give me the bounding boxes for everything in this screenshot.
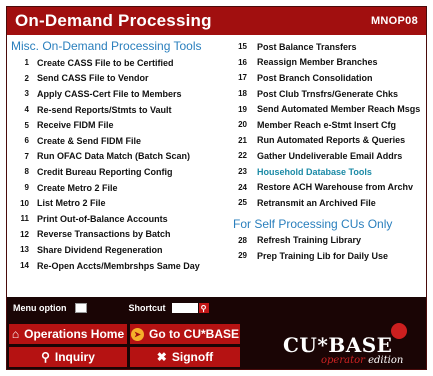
shortcut-group: Shortcut ⚲ bbox=[129, 303, 209, 313]
menu-item-25[interactable]: 25 Retransmit an Archived File bbox=[233, 195, 425, 211]
menu-item-8[interactable]: 8 Credit Bureau Reporting Config bbox=[11, 164, 227, 180]
left-menu-column: Misc. On-Demand Processing Tools 1 Create… bbox=[11, 39, 227, 273]
go-to-cubase-button[interactable]: ➤ Go to CU*BASE bbox=[130, 324, 240, 344]
menu-item-11[interactable]: 11 Print Out-of-Balance Accounts bbox=[11, 211, 227, 227]
page-title: On-Demand Processing bbox=[15, 11, 212, 30]
x-icon: ✖ bbox=[156, 350, 167, 364]
menu-item-17[interactable]: 17 Post Branch Consolidation bbox=[233, 70, 425, 86]
shortcut-input[interactable] bbox=[171, 303, 198, 313]
logo-text: CU*BASE bbox=[283, 333, 393, 357]
shortcut-search-button[interactable]: ⚲ bbox=[198, 303, 209, 313]
logo-subtitle: operator edition bbox=[321, 355, 404, 366]
menu-item-19[interactable]: 19 Send Automated Member Reach Msgs bbox=[233, 101, 425, 117]
search-icon: ⚲ bbox=[200, 303, 207, 313]
menu-item-16[interactable]: 16 Reassign Member Branches bbox=[233, 55, 425, 71]
menu-item-5[interactable]: 5 Receive FIDM File bbox=[11, 117, 227, 133]
status-bar: Menu option Shortcut ⚲ bbox=[7, 297, 426, 319]
menu-item-3[interactable]: 3 Apply CASS-Cert File to Members bbox=[11, 86, 227, 102]
menu-item-20[interactable]: 20 Member Reach e-Stmt Insert Cfg bbox=[233, 117, 425, 133]
home-icon: ⌂ bbox=[11, 327, 20, 341]
menu-item-6[interactable]: 6 Create & Send FIDM File bbox=[11, 133, 227, 149]
menu-item-12[interactable]: 12 Reverse Transactions by Batch bbox=[11, 227, 227, 243]
menu-item-1[interactable]: 1 Create CASS File to be Certified bbox=[11, 55, 227, 71]
signoff-button[interactable]: ✖ Signoff bbox=[130, 347, 240, 367]
menu-option-input[interactable] bbox=[74, 303, 87, 313]
cubase-go-icon: ➤ bbox=[131, 327, 144, 341]
logo-mark-icon bbox=[391, 323, 407, 339]
menu-item-28[interactable]: 28 Refresh Training Library bbox=[233, 233, 425, 249]
menu-item-18[interactable]: 18 Post Club Trnsfrs/Generate Chks bbox=[233, 86, 425, 102]
menu-item-15[interactable]: 15 Post Balance Transfers bbox=[233, 39, 425, 55]
footer: ⌂ Operations Home ➤ Go to CU*BASE ⚲ Inqu… bbox=[7, 319, 426, 369]
menu-area: Misc. On-Demand Processing Tools 1 Create… bbox=[7, 35, 426, 297]
title-bar: On-Demand Processing MNOP08 bbox=[7, 7, 426, 35]
cubase-logo: CU*BASE operator edition bbox=[259, 323, 419, 367]
menu-item-24[interactable]: 24 Restore ACH Warehouse from Archv bbox=[233, 179, 425, 195]
shortcut-label: Shortcut bbox=[128, 303, 166, 313]
menu-item-9[interactable]: 9 Create Metro 2 File bbox=[11, 180, 227, 196]
section-heading-misc-tools: Misc. On-Demand Processing Tools bbox=[11, 39, 202, 53]
menu-item-2[interactable]: 2 Send CASS File to Vendor bbox=[11, 71, 227, 87]
menu-item-4[interactable]: 4 Re-send Reports/Stmts to Vault bbox=[11, 102, 227, 118]
search-icon: ⚲ bbox=[41, 350, 50, 364]
menu-item-21[interactable]: 21 Run Automated Reports & Queries bbox=[233, 133, 425, 149]
section-heading-self-processing: For Self Processing CUs Only bbox=[233, 216, 393, 231]
menu-item-29[interactable]: 29 Prep Training Lib for Daily Use bbox=[233, 248, 425, 264]
menu-item-13[interactable]: 13 Share Dividend Regeneration bbox=[11, 242, 227, 258]
menu-option-label: Menu option bbox=[13, 303, 67, 313]
menu-item-22[interactable]: 22 Gather Undeliverable Email Addrs bbox=[233, 148, 425, 164]
app-window: On-Demand Processing MNOP08 Misc. On-Dem… bbox=[6, 6, 427, 370]
menu-item-23[interactable]: 23 Household Database Tools bbox=[233, 164, 425, 180]
menu-item-14[interactable]: 14 Re-Open Accts/Membrshps Same Day bbox=[11, 258, 227, 274]
operations-home-button[interactable]: ⌂ Operations Home bbox=[9, 324, 127, 344]
inquiry-button[interactable]: ⚲ Inquiry bbox=[9, 347, 127, 367]
menu-item-7[interactable]: 7 Run OFAC Data Match (Batch Scan) bbox=[11, 149, 227, 165]
right-menu-column: 15 Post Balance Transfers 16 Reassign Memb… bbox=[233, 39, 425, 264]
screen-code: MNOP08 bbox=[370, 15, 418, 27]
menu-item-10[interactable]: 10 List Metro 2 File bbox=[11, 195, 227, 211]
